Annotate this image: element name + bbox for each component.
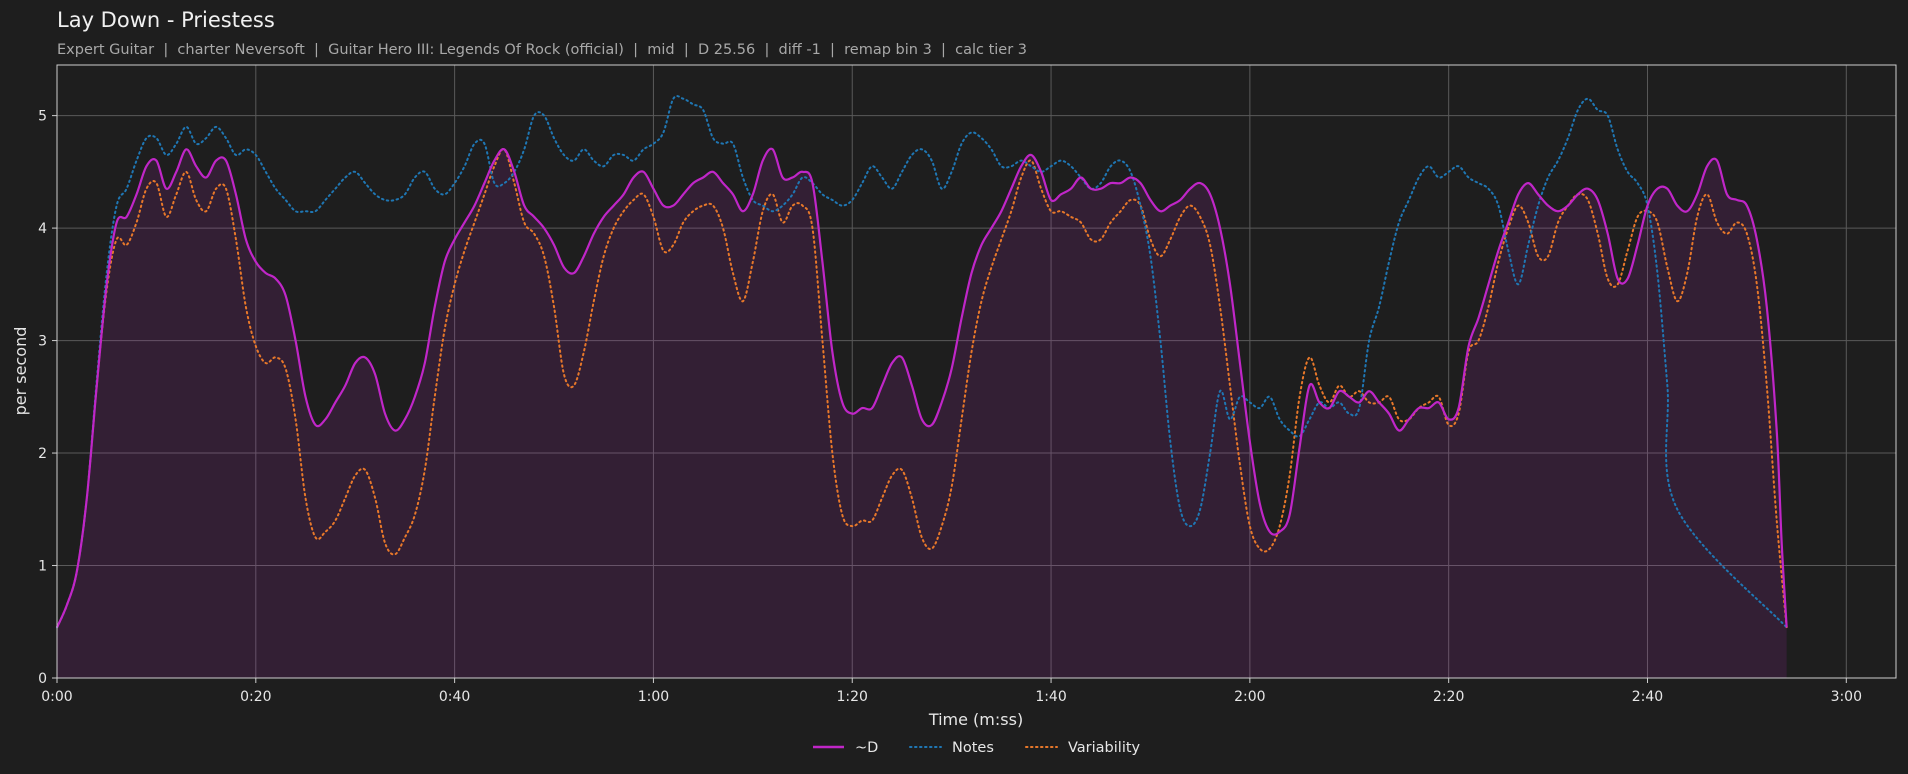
legend-label: ~D xyxy=(855,740,878,756)
y-tick-label: 2 xyxy=(38,446,47,462)
x-tick-label: 3:00 xyxy=(1831,689,1862,705)
legend: ~D Notes Variability xyxy=(813,740,1141,756)
x-tick-label: 1:00 xyxy=(638,689,669,705)
chart-subtitle: Expert Guitar | charter Neversoft | Guit… xyxy=(57,42,1027,58)
y-tick-label: 3 xyxy=(38,334,47,350)
y-tick-label: 0 xyxy=(38,671,47,687)
x-tick-label: 0:40 xyxy=(439,689,470,705)
y-tick-label: 5 xyxy=(38,109,47,125)
x-axis-label: Time (m:ss) xyxy=(928,710,1023,729)
y-axis-label: per second xyxy=(11,327,30,416)
y-tick-label: 4 xyxy=(38,221,47,237)
x-tick-label: 1:20 xyxy=(837,689,868,705)
x-tick-label: 2:40 xyxy=(1632,689,1663,705)
x-tick-label: 0:20 xyxy=(240,689,271,705)
x-tick-label: 2:00 xyxy=(1234,689,1265,705)
chart: Lay Down - Priestess Expert Guitar | cha… xyxy=(0,0,1908,774)
x-tick-label: 0:00 xyxy=(41,689,72,705)
x-tick-label: 2:20 xyxy=(1433,689,1464,705)
x-tick-label: 1:40 xyxy=(1035,689,1066,705)
legend-label: Notes xyxy=(952,740,994,756)
y-tick-label: 1 xyxy=(38,559,47,575)
legend-label: Variability xyxy=(1068,740,1141,756)
chart-title: Lay Down - Priestess xyxy=(57,8,275,32)
